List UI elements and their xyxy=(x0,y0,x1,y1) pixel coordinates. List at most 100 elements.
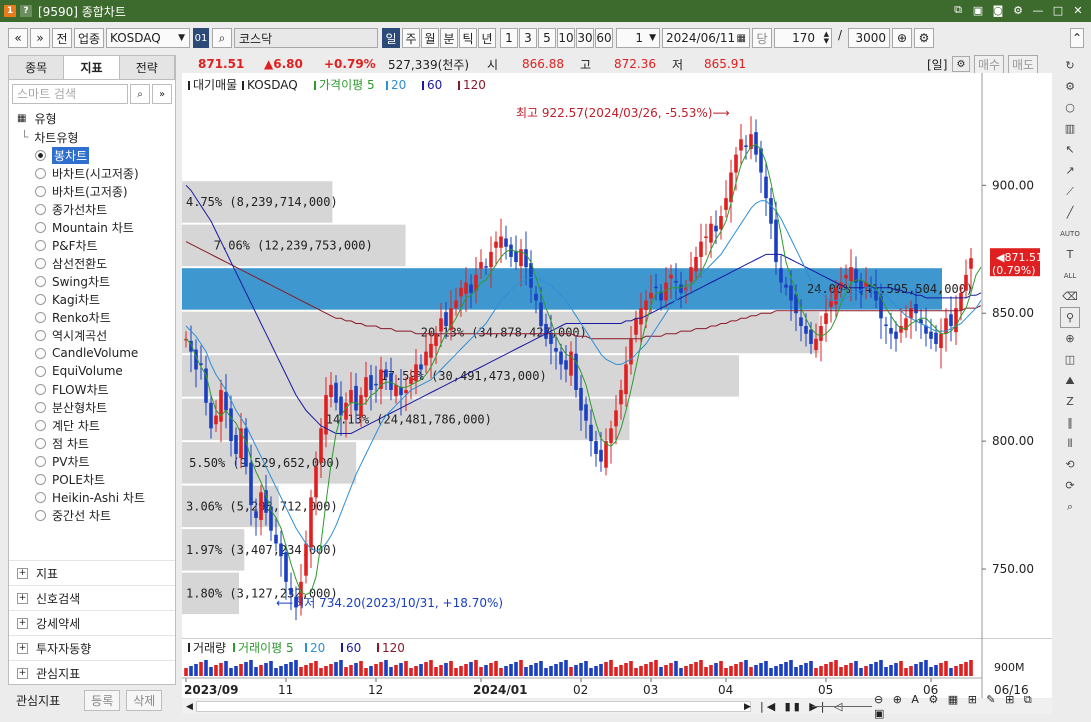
cursor-icon[interactable]: ↖ xyxy=(1060,139,1080,160)
search-icon[interactable]: ⌕ xyxy=(1060,496,1080,517)
register-button[interactable]: 등록 xyxy=(84,689,121,711)
settings-icon[interactable]: ⚙ xyxy=(1060,76,1080,97)
help-icon[interactable]: ? xyxy=(20,5,32,17)
search-icon[interactable]: ⌕ xyxy=(212,28,232,48)
period-week[interactable]: 주 xyxy=(402,28,420,48)
chart-type-item[interactable]: 역시계곡선 xyxy=(9,326,175,344)
market-select[interactable]: KOSDAQ ▼ xyxy=(106,28,190,48)
line-icon[interactable]: ╱ xyxy=(1060,202,1080,223)
prev-button[interactable]: « xyxy=(8,28,28,48)
radio-button[interactable] xyxy=(35,167,46,179)
collapse-icon[interactable]: ⌃ xyxy=(1070,28,1084,48)
radio-button[interactable] xyxy=(35,311,46,323)
bars-icon[interactable]: ‖ xyxy=(1060,412,1080,433)
tree-root[interactable]: └ 차트유형 xyxy=(9,128,175,146)
expand-icon[interactable]: » xyxy=(152,84,172,104)
radio-button[interactable] xyxy=(35,365,46,377)
chart-settings-icon[interactable]: ⚙ xyxy=(952,56,970,72)
minute-60[interactable]: 60 xyxy=(595,28,613,48)
radio-button[interactable] xyxy=(35,203,46,215)
all-icon[interactable]: ALL xyxy=(1060,265,1080,286)
chart-type-item[interactable]: Renko차트 xyxy=(9,308,175,326)
name-field[interactable]: 코스닥 xyxy=(234,28,378,48)
delete-button[interactable]: 삭제 xyxy=(126,689,163,711)
chart-type-item[interactable]: POLE차트 xyxy=(9,470,175,488)
radio-button[interactable] xyxy=(35,185,46,197)
chart-type-item[interactable]: Heikin-Ashi 차트 xyxy=(9,488,175,506)
chart-type-item[interactable]: 계단 차트 xyxy=(9,416,175,434)
code-box[interactable]: 01 xyxy=(193,28,209,48)
lines-icon[interactable]: ⦀ xyxy=(1060,433,1080,454)
mountain-icon[interactable]: ⛰ xyxy=(1060,370,1080,391)
minute-5[interactable]: 5 xyxy=(538,28,556,48)
scroll-right-icon[interactable]: ▶ xyxy=(744,702,751,712)
trend-icon[interactable]: ⟋ xyxy=(1060,181,1080,202)
section-investor[interactable]: + 투자자동향 xyxy=(9,635,175,660)
radio-button[interactable] xyxy=(35,293,46,305)
bar-chart-icon[interactable]: ▥ xyxy=(1060,118,1080,139)
radio-button[interactable] xyxy=(35,257,46,269)
section-favorite[interactable]: + 관심지표 xyxy=(9,660,175,685)
chart-type-item[interactable]: Swing차트 xyxy=(9,272,175,290)
zoom-icon[interactable]: ⊕ xyxy=(892,28,912,48)
section-type[interactable]: ▦ 유형 xyxy=(9,108,175,128)
settings-icon[interactable]: ⚙ xyxy=(1011,3,1025,17)
radio-button[interactable] xyxy=(35,455,46,467)
camera-icon[interactable]: ◙ xyxy=(991,3,1005,17)
radio-button[interactable] xyxy=(35,221,46,233)
radio-button[interactable] xyxy=(35,491,46,503)
close-icon[interactable]: ✕ xyxy=(1071,3,1085,17)
date-field[interactable]: 2024/06/11 ▦ xyxy=(662,28,750,48)
period-day[interactable]: 일 xyxy=(382,28,400,48)
maximize-icon[interactable]: □ xyxy=(1051,3,1065,17)
interval-spinner[interactable]: 1 ▼ xyxy=(616,28,660,48)
minimize-icon[interactable]: — xyxy=(1031,3,1045,17)
section-strength[interactable]: + 강세약세 xyxy=(9,610,175,635)
magnifier-icon[interactable]: ⚲ xyxy=(1060,307,1080,328)
section-signal[interactable]: + 신호검색 xyxy=(9,585,175,610)
chart-type-item[interactable]: CandleVolume xyxy=(9,344,175,362)
erase-icon[interactable]: ⌫ xyxy=(1060,286,1080,307)
minute-10[interactable]: 10 xyxy=(557,28,575,48)
chart-type-item[interactable]: 바차트(시고저종) xyxy=(9,164,175,182)
zoom-in-icon[interactable]: ⊕ xyxy=(1060,328,1080,349)
radio-button[interactable] xyxy=(35,473,46,485)
chart-type-item[interactable]: Kagi차트 xyxy=(9,290,175,308)
all-button[interactable]: 전 xyxy=(52,28,72,48)
radio-button[interactable] xyxy=(35,509,46,521)
arrow-icon[interactable]: ↗ xyxy=(1060,160,1080,181)
chart-type-item[interactable]: FLOW차트 xyxy=(9,380,175,398)
radio-button[interactable] xyxy=(35,347,46,359)
chart-type-item[interactable]: 종가선차트 xyxy=(9,200,175,218)
circle-icon[interactable]: ○ xyxy=(1060,97,1080,118)
minute-30[interactable]: 30 xyxy=(576,28,594,48)
chart-type-item[interactable]: 분산형차트 xyxy=(9,398,175,416)
period-tick[interactable]: 틱 xyxy=(459,28,477,48)
chart-type-item[interactable]: Mountain 차트 xyxy=(9,218,175,236)
minute-3[interactable]: 3 xyxy=(519,28,537,48)
radio-button[interactable] xyxy=(35,437,46,449)
zoom-slider[interactable] xyxy=(812,706,872,707)
chart-type-item[interactable]: 점 차트 xyxy=(9,434,175,452)
radio-button[interactable] xyxy=(35,383,46,395)
price-chart[interactable]: 4.75% (8,239,714,000) 7.06% (12,239,753,0… xyxy=(182,73,1052,638)
chart-type-item[interactable]: EquiVolume xyxy=(9,362,175,380)
chart-type-item[interactable]: 삼선전환도 xyxy=(9,254,175,272)
radio-button[interactable] xyxy=(35,329,46,341)
chart-type-item[interactable]: 봉차트 xyxy=(9,146,175,164)
text-icon[interactable]: T xyxy=(1060,244,1080,265)
zoom-icons[interactable]: ⊖ ⊕ A ⚙ ▦ ⊞ ✎ ⊞ ⧉ ▣ xyxy=(874,693,1052,720)
smart-search-input[interactable]: 스마트 검색 xyxy=(12,84,128,104)
period-month[interactable]: 월 xyxy=(421,28,439,48)
chart-type-item[interactable]: 중간선 차트 xyxy=(9,506,175,524)
radio-button[interactable] xyxy=(35,275,46,287)
chart-icon[interactable]: ◫ xyxy=(1060,349,1080,370)
chart-type-item[interactable]: P&F차트 xyxy=(9,236,175,254)
tab-strategy[interactable]: 전략 xyxy=(119,56,175,79)
chart-type-item[interactable]: PV차트 xyxy=(9,452,175,470)
section-indicators[interactable]: + 지표 xyxy=(9,560,175,585)
next-button[interactable]: » xyxy=(30,28,50,48)
category-button[interactable]: 업종 xyxy=(74,28,104,48)
sell-button[interactable]: 매도 xyxy=(1008,54,1039,74)
tab-stocks[interactable]: 종목 xyxy=(9,56,65,79)
